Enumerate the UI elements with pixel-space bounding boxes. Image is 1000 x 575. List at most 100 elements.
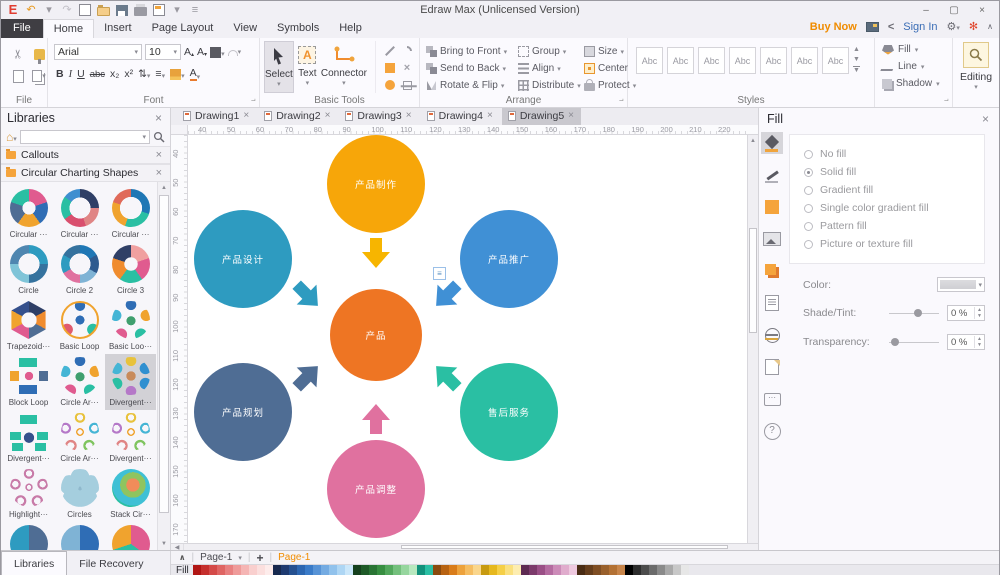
- library-shape-item[interactable]: Circles: [54, 466, 105, 522]
- color-dropdown[interactable]: ▾: [937, 277, 985, 292]
- document-tab-close-icon[interactable]: ×: [568, 110, 574, 122]
- panel-tool-icon[interactable]: [761, 164, 783, 186]
- palette-swatch[interactable]: [609, 565, 617, 575]
- transparency-slider[interactable]: [889, 342, 939, 343]
- add-page-button[interactable]: +: [256, 551, 263, 565]
- home-icon[interactable]: ⌂▾: [6, 130, 17, 144]
- palette-swatch[interactable]: [433, 565, 441, 575]
- vertical-scrollbar[interactable]: ▲: [747, 135, 758, 543]
- page-dropdown[interactable]: Page-1: [200, 552, 232, 563]
- palette-swatch[interactable]: [633, 565, 641, 575]
- palette-swatch[interactable]: [193, 565, 201, 575]
- palette-swatch[interactable]: [489, 565, 497, 575]
- palette-swatch[interactable]: [497, 565, 505, 575]
- panel-tool-icon[interactable]: [761, 292, 783, 314]
- gallery-icon[interactable]: [866, 22, 879, 32]
- library-shape-item[interactable]: Stack Cir···: [105, 466, 156, 522]
- library-shape-item[interactable]: Basic Loop: [54, 298, 105, 354]
- search-icon[interactable]: [153, 131, 165, 143]
- palette-swatch[interactable]: [513, 565, 521, 575]
- scrollbar-thumb[interactable]: [749, 228, 757, 333]
- palette-swatch[interactable]: [257, 565, 265, 575]
- ellipse-tool-icon[interactable]: [382, 77, 398, 93]
- qat-icon[interactable]: E: [7, 3, 19, 17]
- diagram-arrow-shape[interactable]: [357, 399, 395, 437]
- palette-swatch[interactable]: [441, 565, 449, 575]
- shadow-menu-button[interactable]: Shadow▾: [879, 75, 948, 92]
- palette-swatch[interactable]: [297, 565, 305, 575]
- styles-scroll-up-icon[interactable]: ▲: [853, 46, 860, 53]
- panel-tool-icon[interactable]: [761, 388, 783, 410]
- palette-swatch[interactable]: [369, 565, 377, 575]
- arrange-command[interactable]: Bring to Front ▾: [426, 43, 518, 60]
- palette-swatch[interactable]: [233, 565, 241, 575]
- ribbon-tab[interactable]: Page Layout: [142, 19, 224, 38]
- document-tab[interactable]: Drawing4 ×: [421, 108, 500, 125]
- palette-swatch[interactable]: [217, 565, 225, 575]
- palette-swatch[interactable]: [457, 565, 465, 575]
- transparency-spinner[interactable]: 0 % ▲▼: [947, 334, 985, 350]
- library-shape-item[interactable]: [54, 522, 105, 550]
- palette-swatch[interactable]: [657, 565, 665, 575]
- palette-swatch[interactable]: [321, 565, 329, 575]
- palette-swatch[interactable]: [265, 565, 273, 575]
- collapse-ribbon-icon[interactable]: ∧: [987, 22, 993, 31]
- collapse-pagebar-icon[interactable]: ∧: [179, 553, 186, 562]
- library-shape-item[interactable]: Divergent···: [3, 410, 54, 466]
- panel-tool-icon[interactable]: [761, 132, 783, 154]
- palette-swatch[interactable]: [465, 565, 473, 575]
- palette-swatch[interactable]: [473, 565, 481, 575]
- options-star-icon[interactable]: ✻: [969, 20, 978, 33]
- ribbon-tab[interactable]: Insert: [94, 19, 142, 38]
- palette-swatch[interactable]: [649, 565, 657, 575]
- rectangle-tool-icon[interactable]: [382, 60, 398, 76]
- ribbon-tab[interactable]: View: [223, 19, 267, 38]
- panel-tool-icon[interactable]: [761, 260, 783, 282]
- library-section-header[interactable]: Circular Charting Shapes ×: [1, 164, 170, 182]
- scroll-up-icon[interactable]: ▲: [158, 182, 170, 194]
- palette-swatch[interactable]: [681, 565, 689, 575]
- library-shape-item[interactable]: [105, 522, 156, 550]
- palette-swatch[interactable]: [585, 565, 593, 575]
- scroll-down-icon[interactable]: ▼: [158, 538, 170, 550]
- palette-swatch[interactable]: [289, 565, 297, 575]
- buy-now-link[interactable]: Buy Now: [810, 21, 857, 33]
- bottom-panel-tab[interactable]: Libraries: [1, 551, 67, 575]
- superscript-button[interactable]: x²: [124, 68, 133, 80]
- palette-swatch[interactable]: [249, 565, 257, 575]
- italic-button[interactable]: I: [69, 69, 73, 80]
- arrange-command[interactable]: Group ▾: [518, 43, 584, 60]
- palette-swatch[interactable]: [393, 565, 401, 575]
- palette-swatch[interactable]: [305, 565, 313, 575]
- palette-swatch[interactable]: [417, 565, 425, 575]
- palette-swatch[interactable]: [625, 565, 633, 575]
- palette-swatch[interactable]: [409, 565, 417, 575]
- panel-tool-icon[interactable]: [761, 324, 783, 346]
- scroll-up-icon[interactable]: ▲: [748, 135, 758, 146]
- document-tab-close-icon[interactable]: ×: [487, 110, 493, 122]
- diagram-circle-shape[interactable]: 产品设计: [194, 210, 292, 308]
- diagram-circle-shape[interactable]: 产品推广: [460, 210, 558, 308]
- select-tool-button[interactable]: Select ▾: [264, 41, 294, 93]
- palette-swatch[interactable]: [593, 565, 601, 575]
- library-shape-item[interactable]: Circular ···: [54, 186, 105, 242]
- fill-option-radio[interactable]: Gradient fill: [804, 181, 984, 199]
- diagram-circle-shape[interactable]: 产品: [330, 289, 422, 381]
- window-control-button[interactable]: –: [919, 5, 933, 16]
- fill-option-radio[interactable]: Single color gradient fill: [804, 199, 984, 217]
- palette-swatch[interactable]: [529, 565, 537, 575]
- palette-swatch[interactable]: [561, 565, 569, 575]
- shade-tint-spinner[interactable]: 0 % ▲▼: [947, 305, 985, 321]
- library-shape-item[interactable]: Divergent···: [105, 410, 156, 466]
- library-search-input[interactable]: ▾: [20, 130, 150, 144]
- horizontal-scrollbar[interactable]: ◀: [171, 543, 758, 550]
- library-shape-item[interactable]: Circle Ar···: [54, 410, 105, 466]
- qat-icon[interactable]: [79, 4, 91, 16]
- ribbon-tab[interactable]: Symbols: [267, 19, 329, 38]
- borders-icon[interactable]: ▾: [210, 47, 225, 58]
- scroll-left-icon[interactable]: ◀: [171, 544, 184, 550]
- document-tab[interactable]: Drawing2 ×: [258, 108, 337, 125]
- qat-icon[interactable]: [116, 5, 128, 16]
- document-tab[interactable]: Drawing1 ×: [177, 108, 256, 125]
- palette-swatch[interactable]: [641, 565, 649, 575]
